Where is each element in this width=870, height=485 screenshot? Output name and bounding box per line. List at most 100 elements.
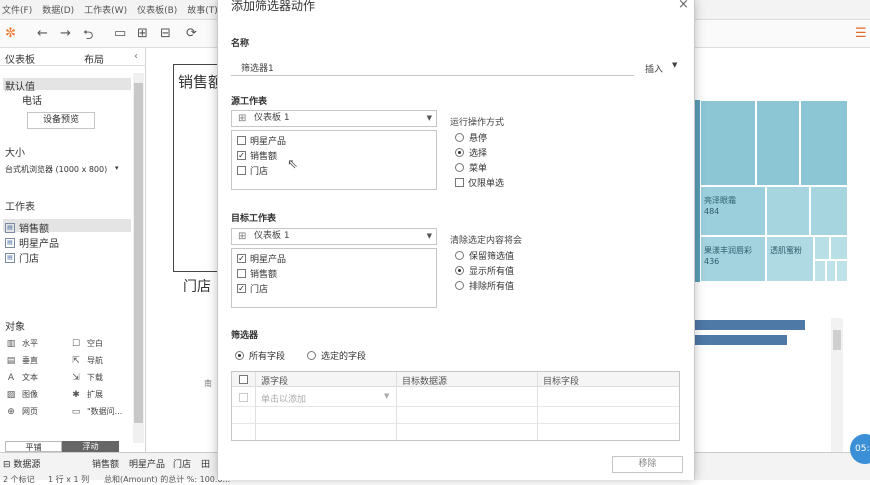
source-sheet-stores[interactable]: 门店 <box>237 164 268 177</box>
object-blank[interactable]: ☐ 空白 <box>70 338 103 349</box>
sidebar-scrollbar[interactable] <box>133 73 144 443</box>
target-sheet-star[interactable]: ✓ 明星产品 <box>237 252 286 265</box>
insert-menu[interactable]: 插入 <box>645 62 663 75</box>
tab-layout[interactable]: 布局 <box>84 51 104 66</box>
sheet-tab-star[interactable]: 明星产品 <box>129 457 165 470</box>
name-input[interactable]: 筛选器1 <box>231 56 634 76</box>
object-image[interactable]: ▨ 图像 <box>5 389 38 400</box>
show-me-icon[interactable]: ☰ <box>855 26 867 41</box>
treemap-cell[interactable] <box>814 260 826 282</box>
sheet-item-stores[interactable]: ▤ 门店 <box>5 250 39 265</box>
device-default[interactable]: 默认值 <box>5 78 35 93</box>
treemap-cell-toujiFen[interactable]: 透肌蜜粉 <box>766 236 814 282</box>
forward-icon[interactable]: → <box>60 26 71 41</box>
canvas-scrollbar[interactable] <box>831 318 843 458</box>
treemap-cell[interactable] <box>810 186 848 236</box>
back-icon[interactable]: ← <box>37 26 48 41</box>
collapse-icon[interactable]: ‹ <box>134 51 138 62</box>
floating-toggle[interactable]: 浮动 <box>62 441 119 452</box>
treemap-cell[interactable] <box>700 100 756 186</box>
target-sheets-dropdown[interactable]: ⊞ 仪表板 1 ▼ <box>231 228 437 245</box>
source-sheets-dropdown[interactable]: ⊞ 仪表板 1 ▼ <box>231 110 437 127</box>
filter-label: 筛选器 <box>231 331 259 341</box>
target-sheet-sales[interactable]: 销售额 <box>237 267 277 280</box>
object-vertical[interactable]: ▤ 垂直 <box>5 355 38 366</box>
col-target-field: 目标字段 <box>543 377 580 387</box>
click-to-add-cell[interactable]: 单击以添加 <box>261 392 306 405</box>
bar-mark[interactable] <box>695 335 787 345</box>
object-ask-data[interactable]: ▭ "数据问... <box>70 406 123 417</box>
menu-dashboard[interactable]: 仪表板(B) <box>137 3 177 16</box>
object-horizontal[interactable]: ▥ 水平 <box>5 338 38 349</box>
redo-icon[interactable]: ⮌ <box>83 26 93 48</box>
object-download[interactable]: ⇲ 下载 <box>70 372 103 383</box>
treemap-cell-guoyang[interactable]: 果漾丰润唇彩 436 <box>700 236 766 282</box>
bar-chart-area <box>695 320 825 350</box>
source-sheet-sales[interactable]: ✓ 销售额 <box>237 149 277 162</box>
target-sheet-stores[interactable]: ✓ 门店 <box>237 282 268 295</box>
scrollbar-thumb[interactable] <box>134 83 143 423</box>
sheet-item-sales[interactable]: ▤ 销售额 <box>5 220 49 235</box>
datasource-tab[interactable]: ⊟ 数据源 <box>3 457 40 470</box>
selected-fields-radio[interactable]: 选定的字段 <box>307 349 366 362</box>
row-checkbox[interactable] <box>239 393 248 402</box>
size-select[interactable]: 台式机浏览器 (1000 x 800) <box>5 164 107 175</box>
treemap-cell-liangze[interactable]: 亮泽眼霜 484 <box>700 186 766 236</box>
exclude-all-radio[interactable]: 排除所有值 <box>455 279 514 292</box>
treemap-cell[interactable] <box>830 236 848 260</box>
checkbox-checked[interactable]: ✓ <box>237 284 246 293</box>
refresh-icon[interactable]: ⟳ <box>186 26 197 41</box>
checkbox-checked[interactable]: ✓ <box>237 151 246 160</box>
run-select-radio[interactable]: 选择 <box>455 146 487 159</box>
close-icon[interactable]: × <box>678 0 689 12</box>
treemap-cell[interactable] <box>756 100 800 186</box>
checkbox[interactable] <box>237 166 246 175</box>
add-chevron-icon[interactable]: ▼ <box>384 392 389 400</box>
keep-filter-radio[interactable]: 保留筛选值 <box>455 249 514 262</box>
save-icon[interactable]: ▭ <box>114 26 126 41</box>
menu-file[interactable]: 文件(F) <box>2 3 32 16</box>
duplicate-icon[interactable]: ⊟ <box>160 26 171 41</box>
checkbox-checked[interactable]: ✓ <box>237 254 246 263</box>
single-select-only-checkbox[interactable]: 仅限单选 <box>455 176 504 189</box>
run-hover-radio[interactable]: 悬停 <box>455 131 487 144</box>
run-menu-radio[interactable]: 菜单 <box>455 161 487 174</box>
object-text[interactable]: A 文本 <box>5 372 38 383</box>
new-sheet-icon[interactable]: ⊞ <box>137 26 148 41</box>
bar-mark[interactable] <box>695 320 805 330</box>
tableau-logo-icon[interactable]: ✼ <box>5 26 16 41</box>
tab-dashboard[interactable]: 仪表板 <box>5 51 35 66</box>
checkbox[interactable] <box>237 136 246 145</box>
device-preview-button[interactable]: 设备预览 <box>27 112 95 129</box>
sheet-icon: ▤ <box>5 222 15 233</box>
sheet-tab-stores[interactable]: 门店 <box>173 457 191 470</box>
menu-story[interactable]: 故事(T) <box>187 3 218 16</box>
treemap-cell[interactable] <box>800 100 848 186</box>
size-chevron-icon[interactable]: ▾ <box>115 164 119 172</box>
remove-button[interactable]: 移除 <box>612 456 683 473</box>
source-sheet-star[interactable]: 明星产品 <box>237 134 286 147</box>
treemap-cell[interactable] <box>826 260 836 282</box>
device-phone[interactable]: 电话 <box>22 92 42 107</box>
sheet-item-star-products[interactable]: ▤ 明星产品 <box>5 235 59 250</box>
treemap-cell[interactable] <box>766 186 810 236</box>
sheet-tab-sales[interactable]: 销售额 <box>92 457 119 470</box>
scrollbar-thumb[interactable] <box>833 330 841 350</box>
grid-header <box>232 372 679 387</box>
all-fields-radio[interactable]: 所有字段 <box>235 349 285 362</box>
dashboard-tab[interactable]: 田 <box>201 457 210 470</box>
tiled-toggle[interactable]: 平铺 <box>5 441 62 452</box>
insert-chevron-icon[interactable]: ▼ <box>672 61 677 69</box>
select-all-checkbox[interactable] <box>239 375 248 384</box>
show-all-radio[interactable]: 显示所有值 <box>455 264 514 277</box>
objects-label: 对象 <box>5 322 25 333</box>
treemap-cell[interactable] <box>836 260 848 282</box>
object-extension[interactable]: ✱ 扩展 <box>70 389 103 400</box>
menu-data[interactable]: 数据(D) <box>42 3 74 16</box>
treemap-cell[interactable] <box>814 236 830 260</box>
sales-zone[interactable]: 销售额 <box>173 64 223 272</box>
menu-worksheet[interactable]: 工作表(W) <box>84 3 127 16</box>
object-webpage[interactable]: ⊕ 网页 <box>5 406 38 417</box>
object-navigation[interactable]: ⇱ 导航 <box>70 355 103 366</box>
checkbox[interactable] <box>237 269 246 278</box>
